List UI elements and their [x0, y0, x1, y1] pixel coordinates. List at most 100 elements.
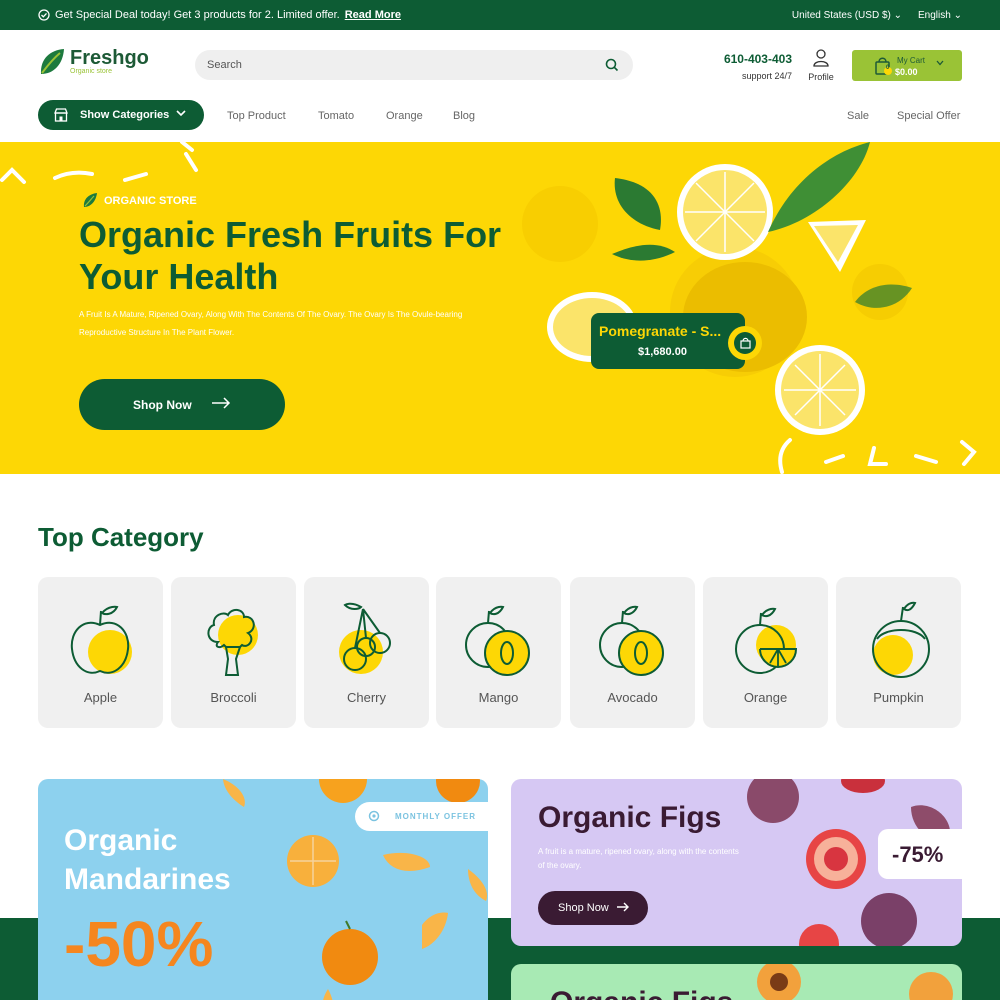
- cart-amount: $0.00: [895, 67, 918, 77]
- promo-card-figs[interactable]: Organic Figs A fruit is a mature, ripene…: [511, 779, 962, 946]
- arrow-right-icon: [212, 397, 231, 409]
- nav-link-orange[interactable]: Orange: [386, 110, 423, 122]
- figs-discount: -75%: [892, 842, 944, 867]
- orange-icon: [735, 607, 798, 674]
- broccoli-icon: [207, 609, 258, 676]
- nav-link-special-offer[interactable]: Special Offer: [897, 110, 960, 122]
- hero-title-line2: Your Health: [79, 256, 279, 297]
- avocado-icon: [599, 605, 664, 676]
- language-label: English: [918, 10, 951, 21]
- category-card-pumpkin[interactable]: Pumpkin: [836, 577, 961, 728]
- category-label: Broccoli: [210, 690, 257, 705]
- logo[interactable]: Freshgo Organic store: [38, 47, 149, 77]
- mandarines-discount: -50%: [64, 908, 214, 980]
- monthly-offer-label: MONTHLY OFFER: [395, 812, 477, 821]
- language-selector[interactable]: English ⌄: [918, 10, 962, 21]
- arrow-right-icon: [617, 902, 629, 912]
- mandarines-title-line1: Organic: [64, 824, 178, 857]
- hero-desc-line1: A Fruit Is A Mature, Ripened Ovary, Alon…: [79, 310, 463, 319]
- category-card-cherry[interactable]: Cherry: [304, 577, 429, 728]
- hero-shop-now-button[interactable]: Shop Now: [79, 379, 285, 430]
- figs-desc-line1: A fruit is a mature, ripened ovary, alon…: [538, 847, 739, 856]
- hero-tag-label: ORGANIC STORE: [104, 194, 197, 207]
- cart-count: 0: [886, 65, 890, 71]
- logo-name: Freshgo: [70, 47, 149, 69]
- category-label: Apple: [83, 690, 118, 705]
- mandarines-title: Organic Mandarines: [64, 821, 231, 899]
- figs-title: Organic Figs: [538, 801, 722, 834]
- site-header: Freshgo Organic store Search 610-403-403…: [0, 30, 1000, 100]
- category-label: Cherry: [346, 690, 386, 705]
- nav-link-tomato[interactable]: Tomato: [318, 110, 354, 122]
- mango-icon: [465, 605, 530, 676]
- apple-icon: [70, 605, 132, 674]
- currency-label: United States (USD $): [791, 10, 891, 21]
- profile-link[interactable]: Profile: [804, 49, 838, 82]
- currency-selector[interactable]: United States (USD $) ⌄: [792, 10, 902, 21]
- show-categories-label: Show Categories: [80, 109, 170, 121]
- figs-shop-now-button[interactable]: Shop Now: [538, 891, 648, 925]
- figs2-title: Organic Figs: [550, 986, 733, 1000]
- main-nav: Show Categories Top Product Tomato Orang…: [0, 100, 1000, 142]
- search-input[interactable]: Search: [207, 59, 242, 71]
- deal-banner: Get Special Deal today! Get 3 products f…: [38, 9, 401, 21]
- category-label: Mango: [478, 690, 519, 705]
- promo-card-mandarines[interactable]: Organic Mandarines -50% MONTHLY OFFER: [38, 779, 488, 1000]
- hero-title-line1: Organic Fresh Fruits For: [79, 214, 502, 255]
- product-popup[interactable]: Pomegranate - S... $1,680.00: [591, 313, 745, 369]
- chevron-down-icon: [176, 110, 186, 117]
- promo-card-figs-2[interactable]: Organic Figs: [511, 964, 962, 1000]
- store-icon: [54, 108, 68, 122]
- profile-label: Profile: [808, 72, 834, 82]
- gear-icon: [368, 810, 380, 822]
- logo-tagline: Organic store: [70, 68, 113, 75]
- shopping-bag-icon: [739, 337, 751, 349]
- nav-link-sale[interactable]: Sale: [847, 110, 869, 122]
- hero-description: A Fruit Is A Mature, Ripened Ovary, Alon…: [79, 306, 549, 342]
- deal-text: Get Special Deal today! Get 3 products f…: [55, 9, 340, 21]
- hero-tag: ORGANIC STORE: [82, 192, 197, 209]
- category-label: Pumpkin: [873, 690, 924, 705]
- leaf-logo-icon: [40, 49, 64, 74]
- category-label: Avocado: [607, 690, 658, 705]
- top-announcement-bar: Get Special Deal today! Get 3 products f…: [0, 0, 1000, 30]
- search-icon[interactable]: [605, 58, 619, 72]
- hero-banner: ORGANIC STORE Organic Fresh Fruits For Y…: [0, 142, 1000, 474]
- mandarines-title-line2: Mandarines: [64, 863, 231, 896]
- figs-shop-now-label: Shop Now: [558, 902, 609, 914]
- cart-button[interactable]: 0 My Cart $0.00: [852, 50, 962, 81]
- badge-check-icon: [38, 9, 50, 21]
- figs-desc-line2: of the ovary.: [538, 861, 582, 870]
- phone-contact[interactable]: 610-403-403 support 24/7: [720, 52, 792, 81]
- chevron-down-icon: ⌄: [953, 10, 962, 21]
- hero-desc-line2: Reproductive Structure In The Plant Flow…: [79, 328, 235, 337]
- category-card-avocado[interactable]: Avocado: [570, 577, 695, 728]
- hero-title: Organic Fresh Fruits For Your Health: [79, 214, 539, 298]
- popup-cart-button[interactable]: [728, 326, 762, 360]
- category-card-mango[interactable]: Mango: [436, 577, 561, 728]
- category-label: Orange: [743, 690, 788, 705]
- cart-label: My Cart: [897, 56, 925, 65]
- category-card-orange[interactable]: Orange: [703, 577, 828, 728]
- figs-description: A fruit is a mature, ripened ovary, alon…: [538, 845, 778, 873]
- nav-link-top-product[interactable]: Top Product: [227, 110, 286, 122]
- user-icon: [813, 49, 829, 67]
- figs-discount-badge: -75%: [878, 829, 962, 879]
- support-label: support 24/7: [741, 71, 792, 81]
- leaf-icon: [83, 193, 97, 207]
- nav-link-blog[interactable]: Blog: [453, 110, 475, 122]
- monthly-offer-badge: MONTHLY OFFER: [355, 802, 488, 831]
- popup-product-name: Pomegranate - S...: [599, 323, 722, 339]
- phone-number: 610-403-403: [723, 52, 792, 66]
- search-bar[interactable]: Search: [195, 50, 633, 80]
- category-card-broccoli[interactable]: Broccoli: [171, 577, 296, 728]
- read-more-link[interactable]: Read More: [345, 9, 401, 21]
- popup-product-price: $1,680.00: [638, 346, 687, 358]
- pumpkin-icon: [872, 601, 930, 678]
- cherry-icon: [339, 602, 391, 674]
- shop-now-label: Shop Now: [133, 398, 192, 412]
- category-card-apple[interactable]: Apple: [38, 577, 163, 728]
- chevron-down-icon: [936, 60, 944, 66]
- show-categories-button[interactable]: Show Categories: [38, 100, 204, 130]
- top-category-title: Top Category: [38, 522, 204, 552]
